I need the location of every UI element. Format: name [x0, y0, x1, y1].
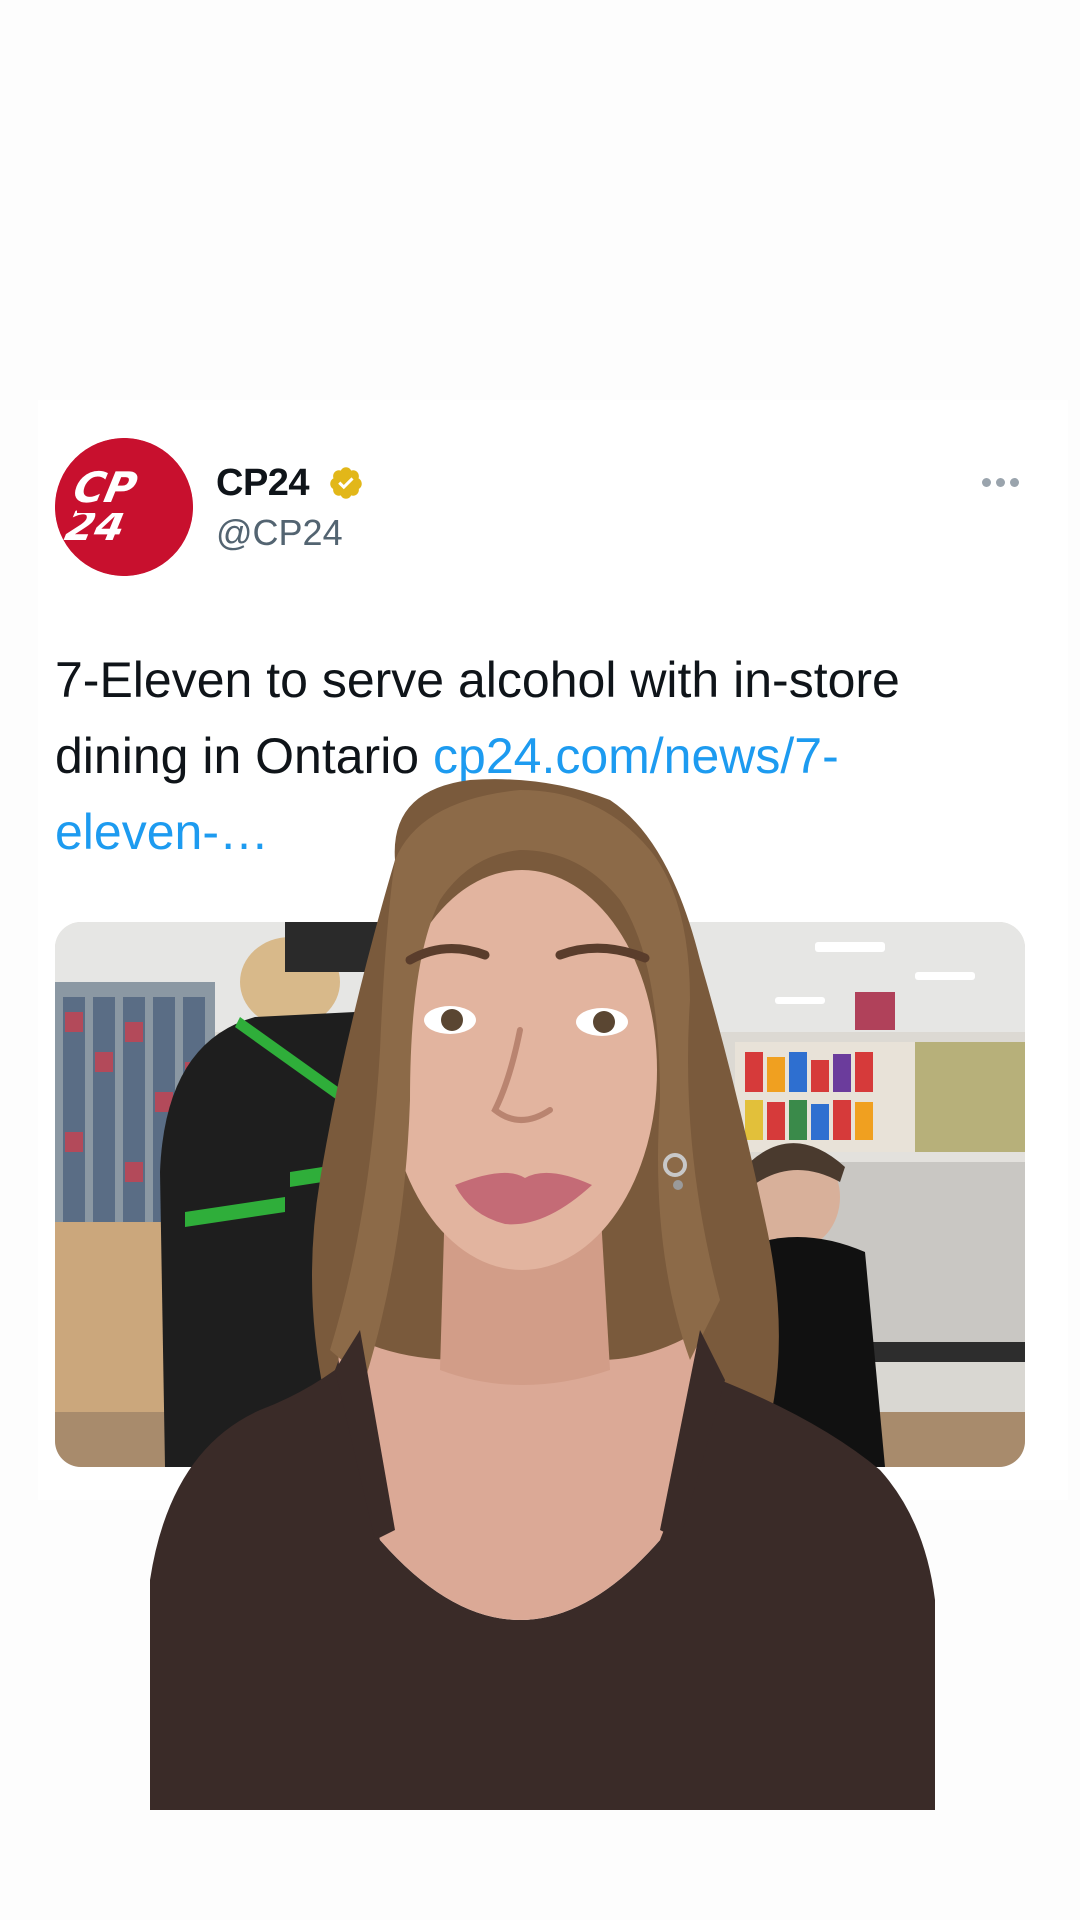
- tweet-text: 7-Eleven to serve alcohol with in-store …: [55, 642, 1035, 870]
- handle[interactable]: @CP24: [216, 512, 343, 554]
- more-horizontal-icon[interactable]: [978, 470, 1022, 494]
- cp24-logo-icon: CP 24: [55, 438, 193, 576]
- screen: CP 24 CP24 @CP24 7-Eleven to serve alcoh…: [0, 0, 1080, 1920]
- tweet-media-image[interactable]: [55, 922, 1025, 1467]
- avatar[interactable]: CP 24: [55, 438, 193, 576]
- store-photo: [55, 922, 1025, 1467]
- display-name[interactable]: CP24: [216, 462, 310, 505]
- verified-badge-icon: [330, 467, 362, 499]
